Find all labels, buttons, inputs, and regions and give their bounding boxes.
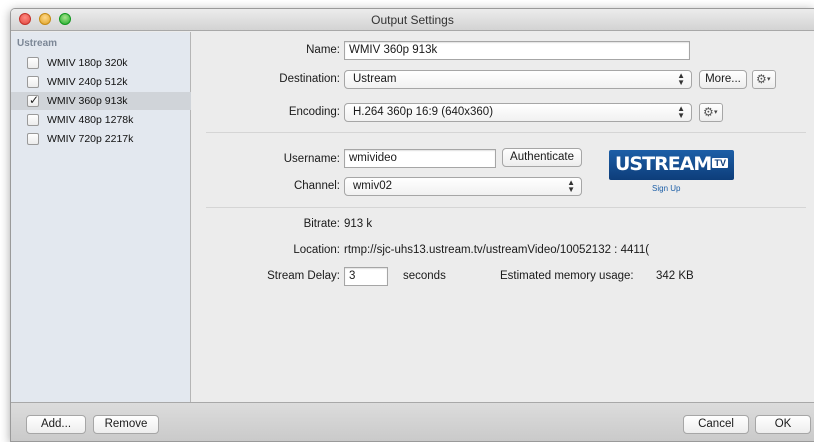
preset-checkbox[interactable] — [27, 76, 39, 88]
preset-sidebar: Ustream WMIV 180p 320k WMIV 240p 512k ✓ … — [11, 32, 191, 402]
preset-label: WMIV 480p 1278k — [47, 114, 134, 126]
destination-popup[interactable]: Ustream ▲ ▼ — [344, 70, 692, 89]
more-button[interactable]: More... — [699, 70, 747, 89]
output-settings-window: Output Settings Ustream WMIV 180p 320k W… — [10, 8, 814, 442]
destination-label: Destination: — [279, 73, 340, 85]
location-label: Location: — [293, 244, 340, 256]
logo-text: USTREAM — [615, 153, 712, 175]
sign-up-link[interactable]: Sign Up — [652, 184, 680, 193]
preset-item[interactable]: WMIV 480p 1278k — [11, 111, 191, 129]
preset-label: WMIV 720p 2217k — [47, 133, 134, 145]
logo-tv-badge: TV — [712, 158, 728, 168]
authenticate-button[interactable]: Authenticate — [502, 148, 582, 167]
preset-item[interactable]: WMIV 720p 2217k — [11, 130, 191, 148]
settings-panel: Name: WMIV 360p 913k Destination: Ustrea… — [192, 32, 814, 402]
channel-popup[interactable]: wmiv02 ▲ ▼ — [344, 177, 582, 196]
preset-label: WMIV 180p 320k — [47, 57, 128, 69]
bitrate-label: Bitrate: — [303, 218, 340, 230]
preset-item-selected[interactable]: ✓ WMIV 360p 913k — [11, 92, 191, 110]
window-title: Output Settings — [371, 13, 454, 27]
preset-label: WMIV 240p 512k — [47, 76, 128, 88]
bitrate-value: 913 k — [344, 218, 373, 230]
memory-usage-value: 342 KB — [656, 270, 694, 282]
memory-usage-label: Estimated memory usage: — [500, 270, 634, 282]
bottom-button-bar: Add... Remove Cancel OK — [11, 402, 814, 441]
location-value: rtmp://sjc-uhs13.ustream.tv/ustreamVideo… — [344, 244, 650, 256]
popup-arrows-icon: ▲ ▼ — [567, 178, 575, 194]
channel-value: wmiv02 — [353, 180, 392, 192]
gear-icon: ⚙ — [756, 72, 767, 86]
preset-item[interactable]: WMIV 180p 320k — [11, 54, 191, 72]
sidebar-header: Ustream — [17, 38, 58, 49]
ustream-logo[interactable]: USTREAM TV — [609, 150, 734, 180]
preset-label: WMIV 360p 913k — [47, 95, 128, 107]
encoding-popup[interactable]: H.264 360p 16:9 (640x360) ▲ ▼ — [344, 103, 692, 122]
chevron-down-icon: ▾ — [714, 109, 718, 116]
gear-icon: ⚙ — [703, 105, 714, 119]
remove-preset-button[interactable]: Remove — [93, 415, 159, 434]
popup-arrows-icon: ▲ ▼ — [677, 104, 685, 120]
destination-value: Ustream — [353, 73, 397, 85]
preset-checkbox[interactable]: ✓ — [27, 93, 40, 107]
section-divider — [206, 132, 806, 133]
stream-delay-field[interactable]: 3 — [344, 267, 388, 286]
stream-delay-label: Stream Delay: — [267, 270, 340, 282]
chevron-down-icon: ▾ — [767, 76, 771, 83]
popup-arrows-icon: ▲ ▼ — [677, 71, 685, 87]
add-preset-button[interactable]: Add... — [26, 415, 86, 434]
section-divider — [206, 207, 806, 208]
channel-label: Channel: — [293, 180, 340, 192]
name-field[interactable]: WMIV 360p 913k — [344, 41, 690, 60]
ok-button[interactable]: OK — [755, 415, 811, 434]
checkmark-icon: ✓ — [29, 93, 40, 107]
name-label: Name: — [306, 44, 340, 56]
preset-checkbox[interactable] — [27, 114, 39, 126]
encoding-value: H.264 360p 16:9 (640x360) — [353, 106, 494, 118]
cancel-button[interactable]: Cancel — [683, 415, 749, 434]
encoding-action-button[interactable]: ⚙ ▾ — [699, 103, 723, 122]
preset-item[interactable]: WMIV 240p 512k — [11, 73, 191, 91]
seconds-label: seconds — [403, 270, 446, 282]
encoding-label: Encoding: — [288, 106, 340, 118]
destination-action-button[interactable]: ⚙ ▾ — [752, 70, 776, 89]
username-field[interactable]: wmivideo — [344, 149, 496, 168]
title-bar: Output Settings — [11, 9, 814, 31]
preset-checkbox[interactable] — [27, 133, 39, 145]
username-label: Username: — [283, 153, 340, 165]
preset-checkbox[interactable] — [27, 57, 39, 69]
